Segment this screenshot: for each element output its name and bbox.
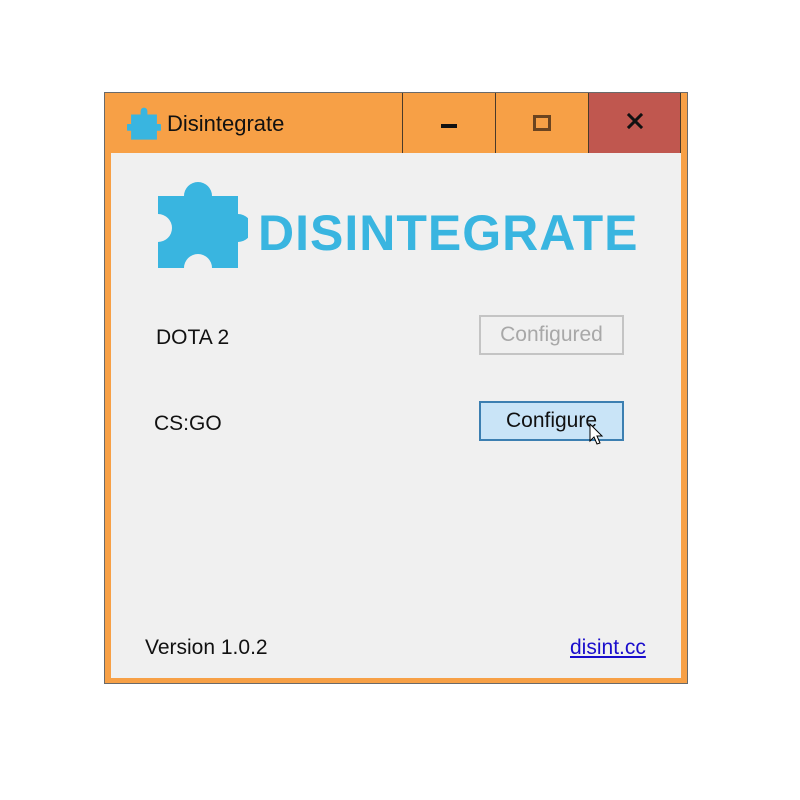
website-link[interactable]: disint.cc (570, 636, 646, 660)
minimize-button[interactable] (402, 93, 495, 153)
window-title: Disintegrate (167, 111, 285, 136)
maximize-icon (533, 115, 551, 131)
mouse-cursor-icon (589, 423, 604, 445)
puzzle-icon (158, 182, 248, 268)
client-area: DISINTEGRATE DOTA 2 Configured CS:GO Con… (111, 153, 681, 678)
logo-text: DISINTEGRATE (258, 205, 639, 261)
close-button[interactable] (588, 93, 681, 153)
app-window: Disintegrate DISINTEGRATE DOTA 2 Configu… (104, 92, 688, 684)
version-label: Version 1.0.2 (145, 636, 268, 659)
game-label-csgo: CS:GO (154, 412, 222, 435)
title-bar[interactable]: Disintegrate (105, 93, 687, 153)
dota2-configured-button[interactable]: Configured (479, 315, 624, 355)
maximize-button[interactable] (495, 93, 588, 153)
close-icon (626, 112, 644, 130)
game-label-dota2: DOTA 2 (156, 326, 230, 349)
logo: DISINTEGRATE (148, 178, 652, 280)
button-label: Configure (505, 409, 598, 432)
button-label: Configured (500, 323, 603, 346)
minimize-icon (441, 124, 457, 128)
puzzle-icon (127, 107, 161, 140)
